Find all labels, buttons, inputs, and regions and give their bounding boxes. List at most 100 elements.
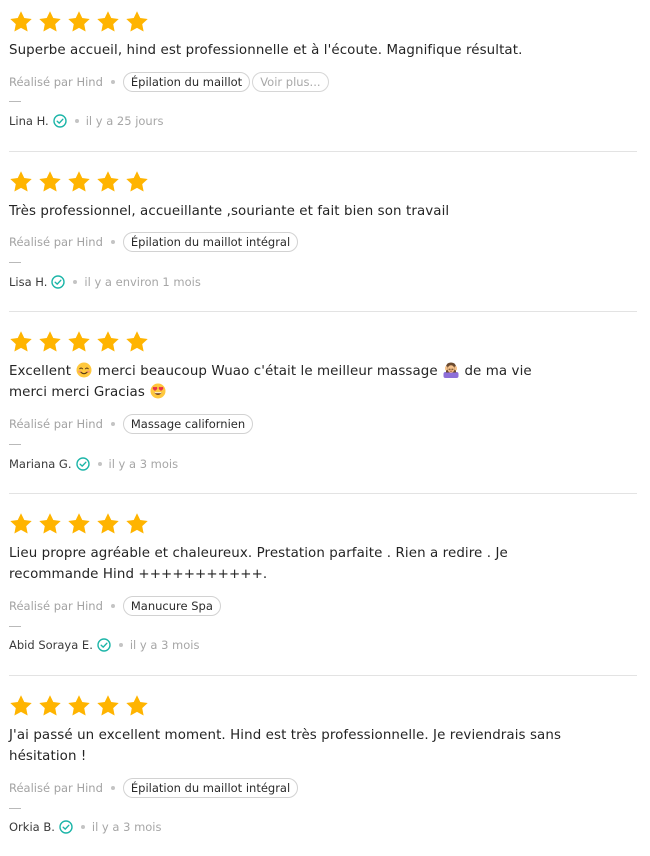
review-text-part: de ma vie <box>464 364 532 379</box>
review-separator <box>9 675 637 676</box>
review-date: il y a environ 1 mois <box>84 275 201 289</box>
review-author: Mariana G. il y a 3 mois <box>9 456 178 472</box>
author-name: Mariana G. <box>9 457 72 471</box>
review-date: il y a 25 jours <box>85 114 164 128</box>
review-text-line: recommande Hind +++++++++++. <box>9 567 268 582</box>
performed-by: Réalisé par Hind <box>9 235 103 249</box>
smiling-face-with-smiling-eyes-emoji <box>76 362 92 378</box>
review-text-line: J'ai passé un excellent moment. Hind est… <box>9 728 562 743</box>
review-text: J'ai passé un excellent moment. Hind est… <box>9 725 569 767</box>
review-separator <box>9 493 637 494</box>
star-icon <box>96 10 120 34</box>
review-meta: Réalisé par Hind Manucure Spa <box>9 595 223 617</box>
separator-dot <box>110 80 115 84</box>
review-text-line: Très professionnel, accueillante ,souria… <box>9 204 450 219</box>
review-separator <box>9 311 637 312</box>
star-icon <box>38 694 62 718</box>
star-icon <box>125 512 149 536</box>
separator-dot <box>74 119 79 123</box>
star-icon <box>96 512 120 536</box>
review-text: Superbe accueil, hind est professionnell… <box>9 40 569 61</box>
star-rating <box>9 170 154 194</box>
review-date: il y a 3 mois <box>91 820 162 834</box>
star-icon <box>38 512 62 536</box>
separator-dot <box>73 280 78 284</box>
review-text-line: merci merci Gracias <box>9 382 569 403</box>
review-text: Excellent merci beaucoup Wuao c'était le… <box>9 361 569 403</box>
star-rating <box>9 512 154 536</box>
performed-by: Réalisé par Hind <box>9 417 103 431</box>
divider-dash <box>9 808 21 809</box>
performed-by: Réalisé par Hind <box>9 599 103 613</box>
review-date: il y a 3 mois <box>129 638 200 652</box>
star-icon <box>125 330 149 354</box>
star-rating <box>9 10 154 34</box>
separator-dot <box>110 240 115 244</box>
star-icon <box>9 330 33 354</box>
divider-dash <box>9 626 21 627</box>
separator-dot <box>110 604 115 608</box>
author-name: Lisa H. <box>9 275 48 289</box>
divider-dash <box>9 444 21 445</box>
see-more-button[interactable]: Voir plus... <box>252 72 329 92</box>
divider-dash <box>9 262 21 263</box>
review-text: Très professionnel, accueillante ,souria… <box>9 201 569 222</box>
star-icon <box>125 10 149 34</box>
star-icon <box>67 10 91 34</box>
review-text-part: Excellent <box>9 364 72 379</box>
star-icon <box>9 694 33 718</box>
service-tag[interactable]: Manucure Spa <box>122 596 221 616</box>
review-author: Lina H. il y a 25 jours <box>9 113 163 129</box>
verified-check-icon <box>75 457 90 471</box>
star-icon <box>9 10 33 34</box>
verified-check-icon <box>59 820 73 834</box>
verified-check-icon <box>53 114 67 128</box>
review-author: Orkia B. il y a 3 mois <box>9 819 162 835</box>
author-name: Orkia B. <box>9 820 55 834</box>
review-text-line: hésitation ! <box>9 749 87 764</box>
service-tag[interactable]: Épilation du maillot intégral <box>122 778 299 798</box>
separator-dot <box>97 462 102 466</box>
performed-by: Réalisé par Hind <box>9 781 103 795</box>
review-author: Abid Soraya E. il y a 3 mois <box>9 637 199 653</box>
author-name: Lina H. <box>9 114 49 128</box>
star-rating <box>9 330 154 354</box>
star-icon <box>125 170 149 194</box>
review-author: Lisa H. il y a environ 1 mois <box>9 274 201 290</box>
star-icon <box>125 694 149 718</box>
reviews-list: Superbe accueil, hind est professionnell… <box>0 0 650 856</box>
star-icon <box>67 330 91 354</box>
review-meta: Réalisé par Hind Massage californien <box>9 413 255 435</box>
review-meta: Réalisé par Hind Épilation du maillot Vo… <box>9 71 331 93</box>
star-icon <box>96 694 120 718</box>
review-date: il y a 3 mois <box>108 457 179 471</box>
star-icon <box>38 170 62 194</box>
separator-dot <box>118 643 123 647</box>
service-tag[interactable]: Massage californien <box>122 414 254 434</box>
star-icon <box>9 512 33 536</box>
review-text-line: Excellent merci beaucoup Wuao c'était le… <box>9 361 569 382</box>
service-tag[interactable]: Épilation du maillot intégral <box>122 232 299 252</box>
service-tag[interactable]: Épilation du maillot <box>122 72 251 92</box>
review-text-line: Superbe accueil, hind est professionnell… <box>9 43 523 58</box>
review-separator <box>9 151 637 152</box>
verified-check-icon <box>51 275 66 289</box>
separator-dot <box>110 786 115 790</box>
star-icon <box>38 330 62 354</box>
separator-dot <box>80 825 85 829</box>
review-text: Lieu propre agréable et chaleureux. Pres… <box>9 543 569 585</box>
performed-by: Réalisé par Hind <box>9 75 103 89</box>
review-text-part: merci beaucoup Wuao c'était le meilleur … <box>97 364 438 379</box>
star-icon <box>9 170 33 194</box>
author-name: Abid Soraya E. <box>9 638 93 652</box>
star-icon <box>67 512 91 536</box>
review-text-line: Lieu propre agréable et chaleureux. Pres… <box>9 546 508 561</box>
star-icon <box>96 170 120 194</box>
verified-check-icon <box>97 638 111 652</box>
star-icon <box>67 694 91 718</box>
star-icon <box>38 10 62 34</box>
review-text-part: merci merci Gracias <box>9 385 145 400</box>
heart-eyes-emoji <box>150 383 166 399</box>
star-rating <box>9 694 154 718</box>
review-meta: Réalisé par Hind Épilation du maillot in… <box>9 231 300 253</box>
